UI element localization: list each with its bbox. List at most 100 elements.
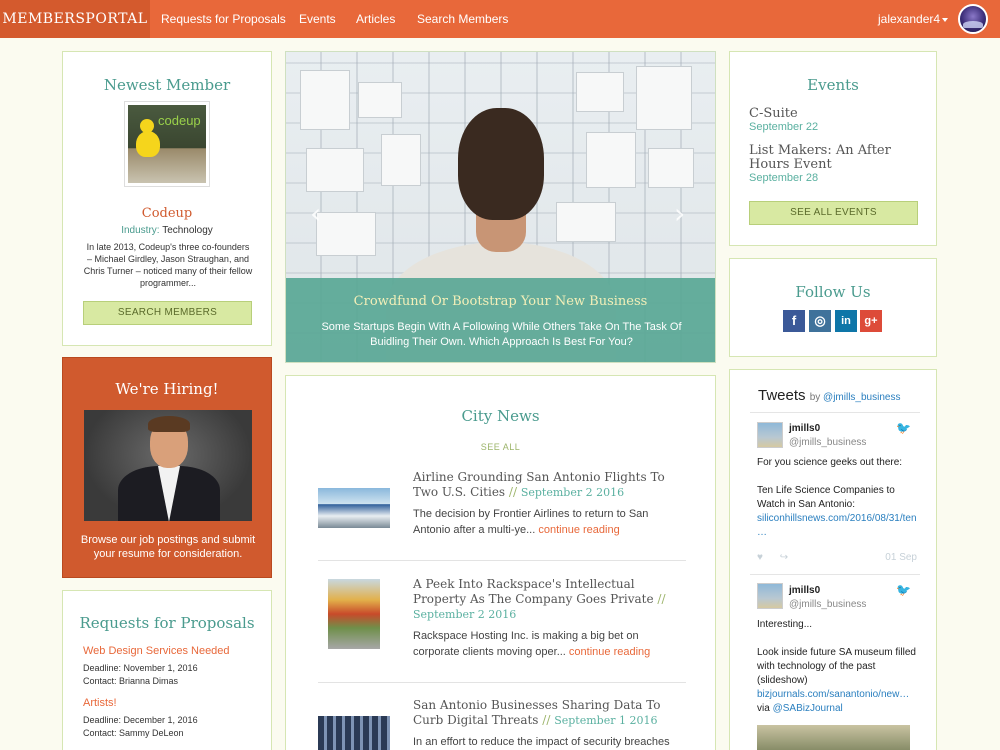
rfp-item-contact: Contact: Sammy DeLeon	[83, 728, 184, 738]
carousel-title[interactable]: Crowdfund Or Bootstrap Your New Business	[286, 294, 715, 309]
tweet-handle[interactable]: @jmills_business	[789, 599, 866, 610]
news-excerpt: The decision by Frontier Airlines to ret…	[413, 508, 649, 536]
events-title: Events	[807, 76, 859, 94]
logo-text: codeup	[158, 113, 201, 128]
divider	[318, 682, 686, 683]
industry-value: Technology	[162, 225, 213, 236]
tweet-link[interactable]: bizjournals.com/sanantonio/new…	[757, 688, 917, 702]
rfp-item-contact: Contact: Brianna Dimas	[83, 676, 179, 686]
tweet-author[interactable]: jmills0	[789, 423, 820, 434]
member-logo[interactable]: codeup	[124, 101, 210, 187]
user-name: jalexander4	[878, 12, 941, 26]
continue-reading-link[interactable]: continue reading	[538, 524, 619, 536]
divider	[750, 574, 920, 575]
news-thumbnail[interactable]	[328, 579, 380, 649]
tweet-image[interactable]	[757, 725, 910, 750]
news-headline[interactable]: San Antonio Businesses Sharing Data To C…	[413, 698, 683, 728]
city-news-card: City News SEE ALL Airline Grounding San …	[285, 375, 716, 750]
tweet-handle[interactable]: @jmills_business	[789, 437, 866, 448]
tweet-avatar[interactable]	[757, 583, 783, 609]
member-description: In late 2013, Codeup's three co-founders…	[83, 242, 253, 288]
event-item[interactable]: List Makers: An After Hours Event Septem…	[749, 143, 924, 185]
avatar[interactable]	[958, 4, 988, 34]
news-thumbnail[interactable]	[318, 716, 390, 750]
tweets-widget: Tweets by @jmills_business jmills0 @jmil…	[729, 369, 937, 750]
carousel-next-icon[interactable]: ›	[674, 200, 685, 228]
news-headline[interactable]: A Peek Into Rackspace's Intellectual Pro…	[413, 577, 683, 622]
newest-member-card: Newest Member codeup Codeup Industry: Te…	[62, 51, 272, 346]
twitter-bird-icon[interactable]: 🐦	[896, 421, 911, 435]
city-news-title: City News	[461, 407, 540, 425]
tweet-mention-link[interactable]: @SABizJournal	[773, 703, 843, 714]
rfp-title: Requests for Proposals	[79, 614, 255, 632]
news-date: September 1 2016	[554, 714, 658, 727]
news-item: Airline Grounding San Antonio Flights To…	[318, 470, 686, 570]
nav-link-search-members[interactable]: Search Members	[417, 0, 508, 38]
facebook-icon[interactable]: f	[783, 310, 805, 332]
news-headline[interactable]: Airline Grounding San Antonio Flights To…	[413, 470, 683, 500]
event-name: C-Suite	[749, 106, 798, 121]
instagram-icon[interactable]: ◎	[809, 310, 831, 332]
news-thumbnail[interactable]	[318, 488, 390, 528]
rfp-item: Artists! Deadline: December 1, 2016 Cont…	[83, 697, 198, 740]
carousel-text: Some Startups Begin With A Following Whi…	[321, 321, 682, 348]
event-name: List Makers: An After Hours Event	[749, 143, 891, 172]
tweet-text: For you science geeks out there: Ten Lif…	[757, 457, 917, 540]
tweet-link[interactable]: siliconhillsnews.com/2016/08/31/ten …	[757, 512, 917, 540]
rfp-item: Web Design Services Needed Deadline: Nov…	[83, 645, 230, 688]
hiring-text: Browse our job postings and submit your …	[80, 534, 256, 560]
nav-link-requests-for-proposals[interactable]: Requests for Proposals	[161, 0, 286, 38]
share-icon[interactable]: ↪	[780, 552, 788, 563]
news-date: September 2 2016	[413, 608, 517, 621]
carousel-caption: Crowdfund Or Bootstrap Your New Business…	[286, 278, 715, 362]
follow-us-title: Follow Us	[795, 283, 871, 301]
see-all-news-link[interactable]: SEE ALL	[286, 442, 715, 452]
news-item: San Antonio Businesses Sharing Data To C…	[318, 698, 686, 750]
see-all-events-button[interactable]: SEE ALL EVENTS	[749, 201, 918, 225]
divider	[318, 560, 686, 561]
carousel-prev-icon[interactable]: ‹	[310, 200, 321, 228]
tweets-title: Tweets by @jmills_business	[758, 387, 901, 404]
rfp-item-deadline: Deadline: December 1, 2016	[83, 715, 198, 725]
tweet-avatar[interactable]	[757, 422, 783, 448]
hiring-photo	[84, 410, 252, 521]
twitter-bird-icon[interactable]: 🐦	[896, 583, 911, 597]
tweet-date[interactable]: 01 Sep	[885, 552, 917, 563]
event-date: September 22	[749, 121, 819, 133]
event-date: September 28	[749, 172, 819, 184]
news-excerpt: In an effort to reduce the impact of sec…	[413, 736, 670, 748]
rfp-item-title[interactable]: Artists!	[83, 697, 198, 709]
event-item[interactable]: C-Suite September 22	[749, 106, 819, 134]
linkedin-icon[interactable]: in	[835, 310, 857, 332]
caret-down-icon	[942, 17, 949, 22]
member-industry: Industry: Technology	[63, 225, 271, 236]
nav-link-events[interactable]: Events	[299, 0, 336, 38]
tweets-handle-link[interactable]: @jmills_business	[823, 392, 900, 403]
rfp-card: Requests for Proposals Web Design Servic…	[62, 590, 272, 750]
continue-reading-link[interactable]: continue reading	[569, 646, 650, 658]
divider	[750, 412, 920, 413]
featured-carousel[interactable]: ‹ › Crowdfund Or Bootstrap Your New Busi…	[285, 51, 716, 363]
follow-us-card: Follow Us f ◎ in g+	[729, 258, 937, 357]
hiring-card[interactable]: We're Hiring! Browse our job postings an…	[62, 357, 272, 578]
duck-icon	[136, 119, 160, 157]
news-excerpt: Rackspace Hosting Inc. is making a big b…	[413, 630, 651, 658]
newest-member-title: Newest Member	[103, 76, 231, 94]
tweet-author[interactable]: jmills0	[789, 585, 820, 596]
industry-label: Industry:	[121, 225, 160, 236]
news-item: A Peek Into Rackspace's Intellectual Pro…	[318, 577, 686, 677]
user-menu[interactable]: jalexander4	[878, 0, 949, 38]
events-card: Events C-Suite September 22 List Makers:…	[729, 51, 937, 246]
hiring-title: We're Hiring!	[115, 380, 219, 398]
search-members-button[interactable]: SEARCH MEMBERS	[83, 301, 252, 325]
brand-logo[interactable]: MEMBERSPORTAL	[0, 0, 150, 38]
googleplus-icon[interactable]: g+	[860, 310, 882, 332]
news-date: September 2 2016	[520, 486, 625, 499]
nav-link-articles[interactable]: Articles	[356, 0, 395, 38]
member-name[interactable]: Codeup	[63, 206, 271, 221]
tweet-text: Interesting... Look inside future SA mus…	[757, 619, 917, 714]
like-icon[interactable]: ♥	[757, 552, 763, 563]
top-navbar: MEMBERSPORTAL Requests for Proposals Eve…	[0, 0, 1000, 38]
rfp-item-deadline: Deadline: November 1, 2016	[83, 663, 198, 673]
rfp-item-title[interactable]: Web Design Services Needed	[83, 645, 230, 657]
